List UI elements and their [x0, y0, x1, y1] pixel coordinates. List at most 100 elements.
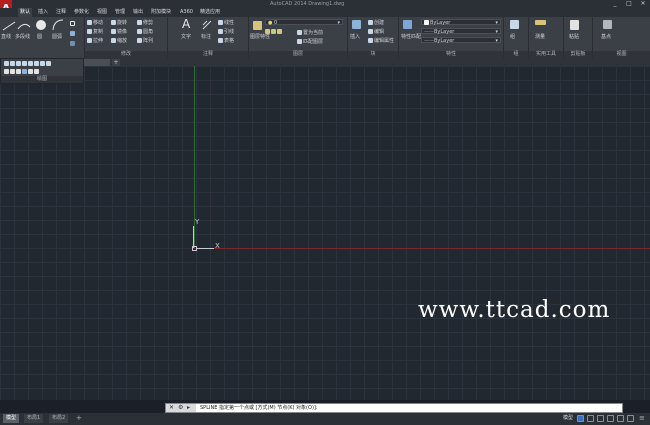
match-properties-button[interactable]: 特性匹配 — [401, 33, 421, 40]
tab-layout1[interactable]: 布局1 — [24, 414, 44, 423]
table-button[interactable]: 表格 — [218, 37, 234, 44]
tab-addins[interactable]: 附加模块 — [149, 8, 173, 17]
polar-icon[interactable] — [607, 415, 614, 422]
text-icon: A — [182, 17, 191, 31]
tab-parametric[interactable]: 参数化 — [72, 8, 91, 17]
tab-layout2[interactable]: 布局2 — [49, 414, 69, 423]
annotation-group-title[interactable]: 注释 — [168, 51, 248, 58]
draw-tools-row-2[interactable] — [4, 69, 40, 75]
minimize-button[interactable]: _ — [608, 0, 622, 8]
base-view-button[interactable]: 基点 — [601, 33, 611, 40]
measure-icon — [535, 20, 547, 26]
circle-button[interactable]: 圆 — [37, 33, 42, 40]
floating-panel-title[interactable]: 绘图 — [1, 76, 83, 83]
tab-a360[interactable]: A360 — [178, 8, 195, 17]
leader-button[interactable]: 引线 — [218, 28, 234, 35]
linear-icon — [218, 20, 223, 25]
move-button[interactable]: 移动 — [87, 19, 103, 26]
linetype-dropdown[interactable]: ——ByLayer ▾ — [421, 28, 501, 35]
tab-manage[interactable]: 管理 — [113, 8, 127, 17]
edit-attribute-button[interactable]: 编辑属性 — [368, 37, 394, 44]
tab-view[interactable]: 视图 — [95, 8, 109, 17]
ucs-x-label: X — [215, 242, 220, 250]
draw-tools-row-1[interactable] — [4, 61, 52, 67]
chevron-down-icon: ▾ — [495, 29, 498, 35]
ortho-icon[interactable] — [597, 415, 604, 422]
array-button[interactable]: 阵列 — [137, 37, 153, 44]
polyline-button[interactable]: 多段线 — [15, 33, 30, 40]
tab-featured-apps[interactable]: 精选应用 — [198, 8, 222, 17]
fillet-button[interactable]: 圆角 — [137, 28, 153, 35]
maximize-button[interactable]: □ — [622, 0, 636, 8]
lineweight-dropdown[interactable]: ——ByLayer ▾ — [421, 37, 501, 44]
close-button[interactable]: ✕ — [636, 0, 650, 8]
drawing-canvas[interactable]: Y X — [0, 66, 650, 400]
trim-button[interactable]: 修剪 — [137, 19, 153, 26]
tab-output[interactable]: 输出 — [131, 8, 145, 17]
snap-icon[interactable] — [587, 415, 594, 422]
copy-button[interactable]: 复制 — [87, 28, 103, 35]
clipboard-group-title[interactable]: 剪贴板 — [564, 51, 592, 58]
tab-default[interactable]: 默认 — [18, 8, 33, 17]
group-icon — [510, 20, 520, 29]
new-tab-button[interactable]: + — [112, 59, 120, 66]
paste-button[interactable]: 粘贴 — [569, 33, 579, 40]
color-dropdown[interactable]: ByLayer ▾ — [421, 19, 501, 26]
customize-menu-icon[interactable]: ≡ — [639, 414, 645, 423]
paste-icon — [570, 20, 580, 30]
edit-block-button[interactable]: 编辑 — [368, 28, 384, 35]
edit-attribute-icon — [368, 38, 373, 43]
create-block-button[interactable]: 创建 — [368, 19, 384, 26]
lineweight-icon[interactable] — [627, 415, 634, 422]
layers-group-title[interactable]: 图层 — [249, 51, 347, 58]
insert-block-icon — [352, 20, 362, 29]
insert-block-button[interactable]: 插入 — [350, 33, 360, 40]
properties-group-title[interactable]: 特性 — [399, 51, 503, 58]
block-group-title[interactable]: 块 — [348, 51, 398, 58]
add-layout-icon[interactable]: + — [76, 414, 82, 423]
groups-group-title[interactable]: 组 — [504, 51, 528, 58]
move-icon — [87, 20, 92, 25]
utilities-group: 测量 实用工具 — [529, 17, 564, 58]
arc-icon — [52, 19, 64, 33]
command-history-icon[interactable]: ▸ — [187, 404, 190, 412]
view-group-title[interactable]: 视图 — [593, 51, 650, 58]
model-space-label[interactable]: 模型 — [563, 414, 573, 423]
gradient-icon[interactable] — [70, 41, 76, 47]
close-icon[interactable]: ✕ — [169, 404, 174, 412]
ucs-y-arm — [193, 226, 194, 248]
linear-button[interactable]: 线性 — [218, 19, 234, 26]
text-button[interactable]: 文字 — [181, 33, 191, 40]
command-line[interactable]: ✕ ⚙ ▸ SPLINE 指定第一个点或 [方式(M) 节点(K) 对象(O)]… — [165, 403, 623, 413]
tab-annotate[interactable]: 注释 — [54, 8, 68, 17]
make-current-button[interactable]: 置为当前 — [297, 29, 323, 36]
tab-model[interactable]: 模型 — [3, 414, 20, 423]
floating-draw-panel[interactable]: 绘图 — [0, 58, 84, 84]
layer-dropdown[interactable]: ● 0 ▾ — [265, 19, 343, 26]
stretch-label: 拉伸 — [93, 38, 104, 44]
match-properties-icon — [403, 20, 413, 29]
osnap-icon[interactable] — [617, 415, 624, 422]
match-layer-button[interactable]: 匹配图层 — [297, 38, 323, 45]
layer-tools-icon[interactable] — [265, 29, 283, 35]
stretch-button[interactable]: 拉伸 — [87, 37, 103, 44]
hatch-icon[interactable] — [70, 31, 76, 37]
measure-button[interactable]: 测量 — [535, 33, 545, 40]
rectangle-icon[interactable] — [70, 21, 76, 27]
rotate-button[interactable]: 旋转 — [111, 19, 127, 26]
grid-icon[interactable] — [577, 415, 584, 422]
group-button[interactable]: 组 — [510, 33, 515, 40]
block-group: 插入 创建 编辑 编辑属性 块 — [348, 17, 399, 58]
line-button[interactable]: 直线 — [1, 33, 11, 40]
color-value: ByLayer — [430, 20, 451, 26]
wrench-icon[interactable]: ⚙ — [178, 404, 183, 412]
dimension-button[interactable]: 标注 — [201, 33, 211, 40]
modify-group-title[interactable]: 修改 — [85, 51, 167, 58]
command-line-controls[interactable]: ✕ ⚙ ▸ — [166, 404, 196, 412]
tab-insert[interactable]: 插入 — [36, 8, 50, 17]
lineweight-value: ByLayer — [434, 38, 455, 44]
mirror-button[interactable]: 镜像 — [111, 28, 127, 35]
arc-button[interactable]: 圆弧 — [52, 33, 62, 40]
scale-button[interactable]: 缩放 — [111, 37, 127, 44]
utilities-group-title[interactable]: 实用工具 — [529, 51, 563, 58]
